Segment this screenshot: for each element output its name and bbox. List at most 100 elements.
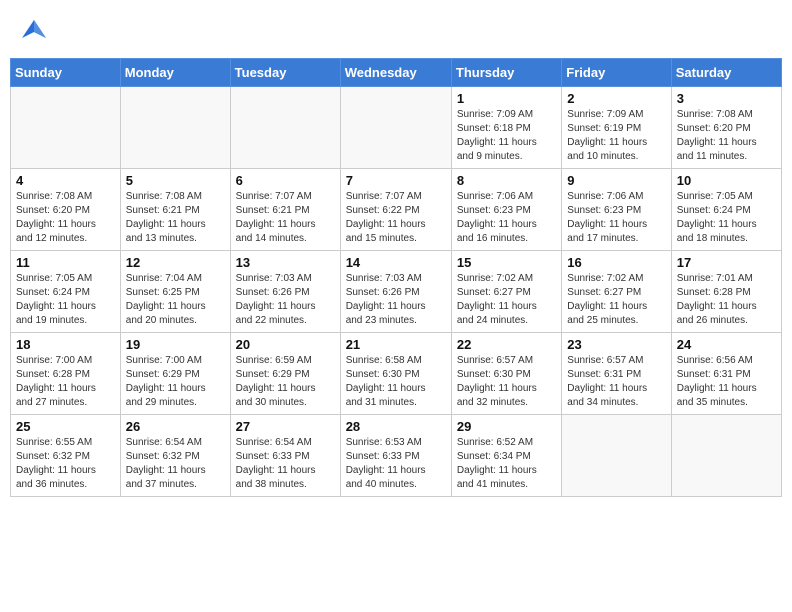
day-info: Sunrise: 6:57 AM Sunset: 6:31 PM Dayligh… (567, 354, 665, 410)
day-info: Sunrise: 7:02 AM Sunset: 6:27 PM Dayligh… (457, 272, 556, 328)
day-number: 12 (126, 255, 225, 270)
calendar-cell: 21Sunrise: 6:58 AM Sunset: 6:30 PM Dayli… (340, 333, 451, 415)
calendar-cell: 19Sunrise: 7:00 AM Sunset: 6:29 PM Dayli… (120, 333, 230, 415)
calendar-week-row: 25 Sunrise: 6:55 AM Sunset: 6:32 PM Dayli… (11, 415, 782, 497)
calendar-cell: 2 Sunrise: 7:09 AM Sunset: 6:19 PM Daylig… (562, 87, 671, 169)
day-number: 7 (346, 173, 446, 188)
day-info: Sunrise: 7:05 AM Sunset: 6:24 PM Dayligh… (16, 272, 115, 328)
day-info: Sunrise: 7:02 AM Sunset: 6:27 PM Dayligh… (567, 272, 665, 328)
day-info: Sunrise: 6:54 AM Sunset: 6:32 PM Dayligh… (126, 436, 225, 492)
calendar-week-row: 1 Sunrise: 7:09 AM Sunset: 6:18 PM Daylig… (11, 87, 782, 169)
day-number: 6 (236, 173, 335, 188)
calendar-cell: 22 Sunrise: 6:57 AM Sunset: 6:30 PM Dayli… (451, 333, 561, 415)
day-info: Sunrise: 6:54 AM Sunset: 6:33 PM Dayligh… (236, 436, 335, 492)
day-number: 15 (457, 255, 556, 270)
day-number: 26 (126, 419, 225, 434)
calendar-week-row: 4Sunrise: 7:08 AM Sunset: 6:20 PM Daylig… (11, 169, 782, 251)
day-number: 9 (567, 173, 665, 188)
calendar-cell: 12 Sunrise: 7:04 AM Sunset: 6:25 PM Dayli… (120, 251, 230, 333)
day-number: 5 (126, 173, 225, 188)
calendar-cell: 3 Sunrise: 7:08 AM Sunset: 6:20 PM Daylig… (671, 87, 781, 169)
calendar-cell (120, 87, 230, 169)
calendar-cell: 24 Sunrise: 6:56 AM Sunset: 6:31 PM Dayli… (671, 333, 781, 415)
calendar-cell: 14 Sunrise: 7:03 AM Sunset: 6:26 PM Dayli… (340, 251, 451, 333)
day-number: 16 (567, 255, 665, 270)
day-info: Sunrise: 6:56 AM Sunset: 6:31 PM Dayligh… (677, 354, 776, 410)
calendar-cell: 28 Sunrise: 6:53 AM Sunset: 6:33 PM Dayli… (340, 415, 451, 497)
calendar-header-thursday: Thursday (451, 59, 561, 87)
logo-icon (14, 10, 54, 50)
day-number: 1 (457, 91, 556, 106)
calendar-cell: 5 Sunrise: 7:08 AM Sunset: 6:21 PM Daylig… (120, 169, 230, 251)
day-number: 20 (236, 337, 335, 352)
calendar-cell: 29 Sunrise: 6:52 AM Sunset: 6:34 PM Dayli… (451, 415, 561, 497)
calendar-table: SundayMondayTuesdayWednesdayThursdayFrid… (10, 58, 782, 497)
calendar-cell: 16 Sunrise: 7:02 AM Sunset: 6:27 PM Dayli… (562, 251, 671, 333)
calendar-cell: 4Sunrise: 7:08 AM Sunset: 6:20 PM Daylig… (11, 169, 121, 251)
calendar-header-monday: Monday (120, 59, 230, 87)
day-info: Sunrise: 6:57 AM Sunset: 6:30 PM Dayligh… (457, 354, 556, 410)
calendar-header-row: SundayMondayTuesdayWednesdayThursdayFrid… (11, 59, 782, 87)
calendar-header-sunday: Sunday (11, 59, 121, 87)
day-info: Sunrise: 7:08 AM Sunset: 6:21 PM Dayligh… (126, 190, 225, 246)
calendar-cell: 23 Sunrise: 6:57 AM Sunset: 6:31 PM Dayli… (562, 333, 671, 415)
calendar-header-wednesday: Wednesday (340, 59, 451, 87)
day-info: Sunrise: 7:06 AM Sunset: 6:23 PM Dayligh… (457, 190, 556, 246)
day-info: Sunrise: 7:07 AM Sunset: 6:22 PM Dayligh… (346, 190, 446, 246)
calendar-cell: 18 Sunrise: 7:00 AM Sunset: 6:28 PM Dayli… (11, 333, 121, 415)
day-info: Sunrise: 6:52 AM Sunset: 6:34 PM Dayligh… (457, 436, 556, 492)
calendar-cell: 27 Sunrise: 6:54 AM Sunset: 6:33 PM Dayli… (230, 415, 340, 497)
day-number: 23 (567, 337, 665, 352)
day-number: 25 (16, 419, 115, 434)
calendar-cell: 17Sunrise: 7:01 AM Sunset: 6:28 PM Dayli… (671, 251, 781, 333)
day-number: 2 (567, 91, 665, 106)
calendar-cell: 10 Sunrise: 7:05 AM Sunset: 6:24 PM Dayli… (671, 169, 781, 251)
calendar-cell (562, 415, 671, 497)
day-info: Sunrise: 6:55 AM Sunset: 6:32 PM Dayligh… (16, 436, 115, 492)
calendar-cell (671, 415, 781, 497)
day-info: Sunrise: 7:07 AM Sunset: 6:21 PM Dayligh… (236, 190, 335, 246)
calendar-cell: 1 Sunrise: 7:09 AM Sunset: 6:18 PM Daylig… (451, 87, 561, 169)
day-number: 24 (677, 337, 776, 352)
day-number: 13 (236, 255, 335, 270)
day-info: Sunrise: 6:59 AM Sunset: 6:29 PM Dayligh… (236, 354, 335, 410)
day-info: Sunrise: 7:06 AM Sunset: 6:23 PM Dayligh… (567, 190, 665, 246)
page-header (10, 10, 782, 50)
day-info: Sunrise: 7:08 AM Sunset: 6:20 PM Dayligh… (677, 108, 776, 164)
day-info: Sunrise: 7:03 AM Sunset: 6:26 PM Dayligh… (236, 272, 335, 328)
calendar-week-row: 11Sunrise: 7:05 AM Sunset: 6:24 PM Dayli… (11, 251, 782, 333)
day-number: 14 (346, 255, 446, 270)
calendar-cell: 13 Sunrise: 7:03 AM Sunset: 6:26 PM Dayli… (230, 251, 340, 333)
calendar-cell: 7 Sunrise: 7:07 AM Sunset: 6:22 PM Daylig… (340, 169, 451, 251)
day-info: Sunrise: 7:00 AM Sunset: 6:28 PM Dayligh… (16, 354, 115, 410)
day-number: 4 (16, 173, 115, 188)
day-number: 18 (16, 337, 115, 352)
day-info: Sunrise: 7:09 AM Sunset: 6:19 PM Dayligh… (567, 108, 665, 164)
calendar-header-saturday: Saturday (671, 59, 781, 87)
calendar-cell: 6 Sunrise: 7:07 AM Sunset: 6:21 PM Daylig… (230, 169, 340, 251)
day-info: Sunrise: 7:04 AM Sunset: 6:25 PM Dayligh… (126, 272, 225, 328)
calendar-cell: 9 Sunrise: 7:06 AM Sunset: 6:23 PM Daylig… (562, 169, 671, 251)
day-number: 3 (677, 91, 776, 106)
day-number: 28 (346, 419, 446, 434)
day-info: Sunrise: 7:05 AM Sunset: 6:24 PM Dayligh… (677, 190, 776, 246)
calendar-header-tuesday: Tuesday (230, 59, 340, 87)
calendar-cell (340, 87, 451, 169)
day-info: Sunrise: 7:03 AM Sunset: 6:26 PM Dayligh… (346, 272, 446, 328)
calendar-cell: 26 Sunrise: 6:54 AM Sunset: 6:32 PM Dayli… (120, 415, 230, 497)
calendar-cell: 25 Sunrise: 6:55 AM Sunset: 6:32 PM Dayli… (11, 415, 121, 497)
day-number: 29 (457, 419, 556, 434)
calendar-week-row: 18 Sunrise: 7:00 AM Sunset: 6:28 PM Dayli… (11, 333, 782, 415)
day-number: 22 (457, 337, 556, 352)
day-info: Sunrise: 7:09 AM Sunset: 6:18 PM Dayligh… (457, 108, 556, 164)
day-number: 8 (457, 173, 556, 188)
day-number: 10 (677, 173, 776, 188)
day-info: Sunrise: 6:53 AM Sunset: 6:33 PM Dayligh… (346, 436, 446, 492)
day-number: 17 (677, 255, 776, 270)
calendar-cell: 20 Sunrise: 6:59 AM Sunset: 6:29 PM Dayli… (230, 333, 340, 415)
calendar-cell (11, 87, 121, 169)
day-number: 19 (126, 337, 225, 352)
calendar-cell: 8 Sunrise: 7:06 AM Sunset: 6:23 PM Daylig… (451, 169, 561, 251)
calendar-header-friday: Friday (562, 59, 671, 87)
day-number: 27 (236, 419, 335, 434)
